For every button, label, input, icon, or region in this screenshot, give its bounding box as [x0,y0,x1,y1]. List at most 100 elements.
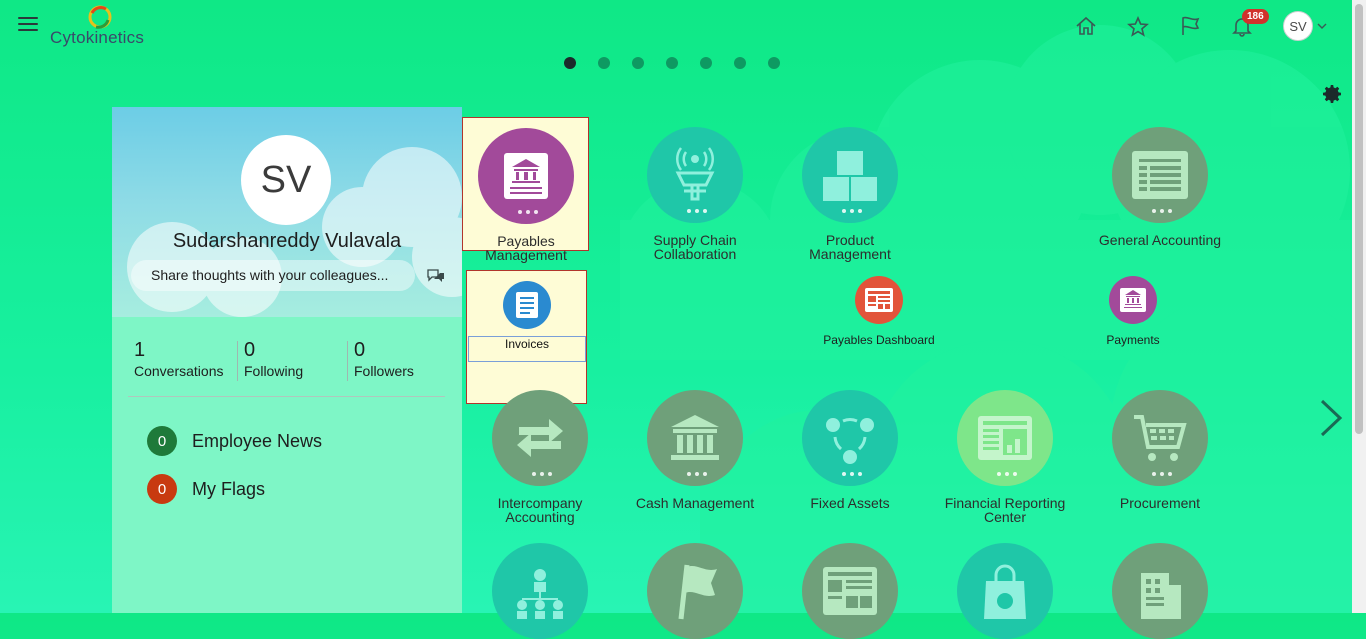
more-dots-icon [532,472,552,476]
app-label: Payments [1106,333,1160,347]
profile-stats: 1 Conversations 0 Following 0 Followers [134,339,464,381]
logo-mark-icon [88,5,112,29]
news-label: My Flags [192,478,266,499]
dashboard-icon [855,276,903,324]
app-cash-management[interactable]: Cash Management [620,390,770,510]
divider [347,341,348,381]
stat-value: 1 [134,339,146,361]
more-dots-icon [1152,472,1172,476]
more-dots-icon [518,210,538,214]
app-label: Fixed Assets [810,495,890,511]
stat-followers[interactable]: 0 Followers [347,339,464,381]
watchlist-flag-icon[interactable] [1174,10,1206,42]
app-label-line: Management [809,246,891,262]
page-dot[interactable] [564,57,576,69]
menu-icon[interactable] [18,17,38,33]
bank-building-icon [478,128,574,224]
page-indicator [564,57,802,69]
app-label: Supply Chain Collaboration [620,233,770,261]
app-cloud-bag[interactable] [930,543,1080,639]
divider [237,341,238,381]
stat-following[interactable]: 0 Following [237,339,354,381]
page-dot[interactable] [734,57,746,69]
more-dots-icon [687,472,707,476]
home-icon[interactable] [1070,10,1102,42]
profile-panel: SV Sudarshanreddy Vulavala Share thought… [112,107,462,613]
page-dot[interactable] [598,57,610,69]
vertical-scrollbar[interactable] [1352,0,1366,613]
stat-label: Following [244,363,304,379]
collaboration-antenna-icon [647,127,743,223]
shopping-bag-cloud-icon [957,543,1053,639]
ledger-grid-icon [1112,127,1208,223]
app-label: Intercompany Accounting [465,496,615,524]
app-general-accounting[interactable]: General Accounting [1085,127,1235,247]
app-fixed-assets[interactable]: Fixed Assets [775,390,925,510]
app-label-line: Collaboration [653,246,737,262]
app-label: Invoices [468,336,586,362]
app-label: Cash Management [635,495,755,511]
employee-news-link[interactable]: 0 Employee News [147,426,322,456]
scrollbar-thumb[interactable] [1355,4,1363,434]
more-dots-icon [842,209,862,213]
document-icon [503,281,551,329]
conversation-icon[interactable] [427,269,445,285]
app-financial-reporting-center[interactable]: Financial Reporting Center [930,390,1080,524]
share-thoughts-input[interactable]: Share thoughts with your colleagues... [131,260,415,291]
cycle-icon [802,390,898,486]
more-dots-icon [997,472,1017,476]
app-supply-chain-collaboration[interactable]: Supply Chain Collaboration [620,127,770,261]
transfer-arrows-icon [492,390,588,486]
company-logo[interactable]: Cytokinetics [50,4,160,48]
stat-value: 0 [354,339,366,361]
next-page-chevron-icon[interactable] [1318,398,1344,443]
dashboard-icon [802,543,898,639]
app-invoices[interactable] [452,281,602,329]
boxes-icon [802,127,898,223]
profile-avatar[interactable]: SV [241,135,331,225]
bank-icon [647,390,743,486]
stat-conversations[interactable]: 1 Conversations [134,339,244,379]
favorites-star-icon[interactable] [1122,10,1154,42]
app-payables-management[interactable]: Payables Management [451,128,601,262]
user-avatar: SV [1283,11,1313,41]
building-icon [1112,543,1208,639]
shopping-cart-icon [1112,390,1208,486]
my-flags-link[interactable]: 0 My Flags [147,474,265,504]
app-flag[interactable] [620,543,770,639]
divider [128,396,445,397]
app-product-management[interactable]: Product Management [775,127,925,261]
page-dot[interactable] [666,57,678,69]
logo-text: Cytokinetics [50,28,145,47]
app-dashboard[interactable] [775,543,925,639]
stat-value: 0 [244,339,256,361]
app-procurement[interactable]: Procurement [1085,390,1235,510]
app-label-line: Accounting [505,509,575,525]
chevron-down-icon [1317,23,1327,29]
app-label: Financial Reporting Center [930,496,1080,524]
app-payables-dashboard[interactable]: Payables Dashboard [804,276,954,347]
settings-gear-icon[interactable] [1322,84,1342,109]
profile-banner: SV Sudarshanreddy Vulavala Share thought… [112,107,462,317]
page-dot[interactable] [632,57,644,69]
news-label: Employee News [192,430,323,451]
more-dots-icon [1152,209,1172,213]
top-bar: Cytokinetics 186 SV [0,0,1352,56]
notifications-bell-icon[interactable]: 186 [1226,9,1269,42]
flag-icon [647,543,743,639]
app-label: Payables Management [485,233,567,263]
app-building[interactable] [1085,543,1235,639]
page-dot[interactable] [700,57,712,69]
profile-name[interactable]: Sudarshanreddy Vulavala [112,230,462,253]
app-intercompany-accounting[interactable]: Intercompany Accounting [465,390,615,524]
user-menu[interactable]: SV [1282,10,1328,42]
app-label-line: Center [983,509,1027,525]
app-label: Procurement [1119,495,1201,511]
flags-count-badge: 0 [147,474,177,504]
report-icon [957,390,1053,486]
app-payments[interactable]: Payments [1058,276,1208,347]
page-dot[interactable] [768,57,780,69]
org-chart-icon [492,543,588,639]
app-label: Product Management [775,233,925,261]
app-org-chart[interactable] [465,543,615,639]
